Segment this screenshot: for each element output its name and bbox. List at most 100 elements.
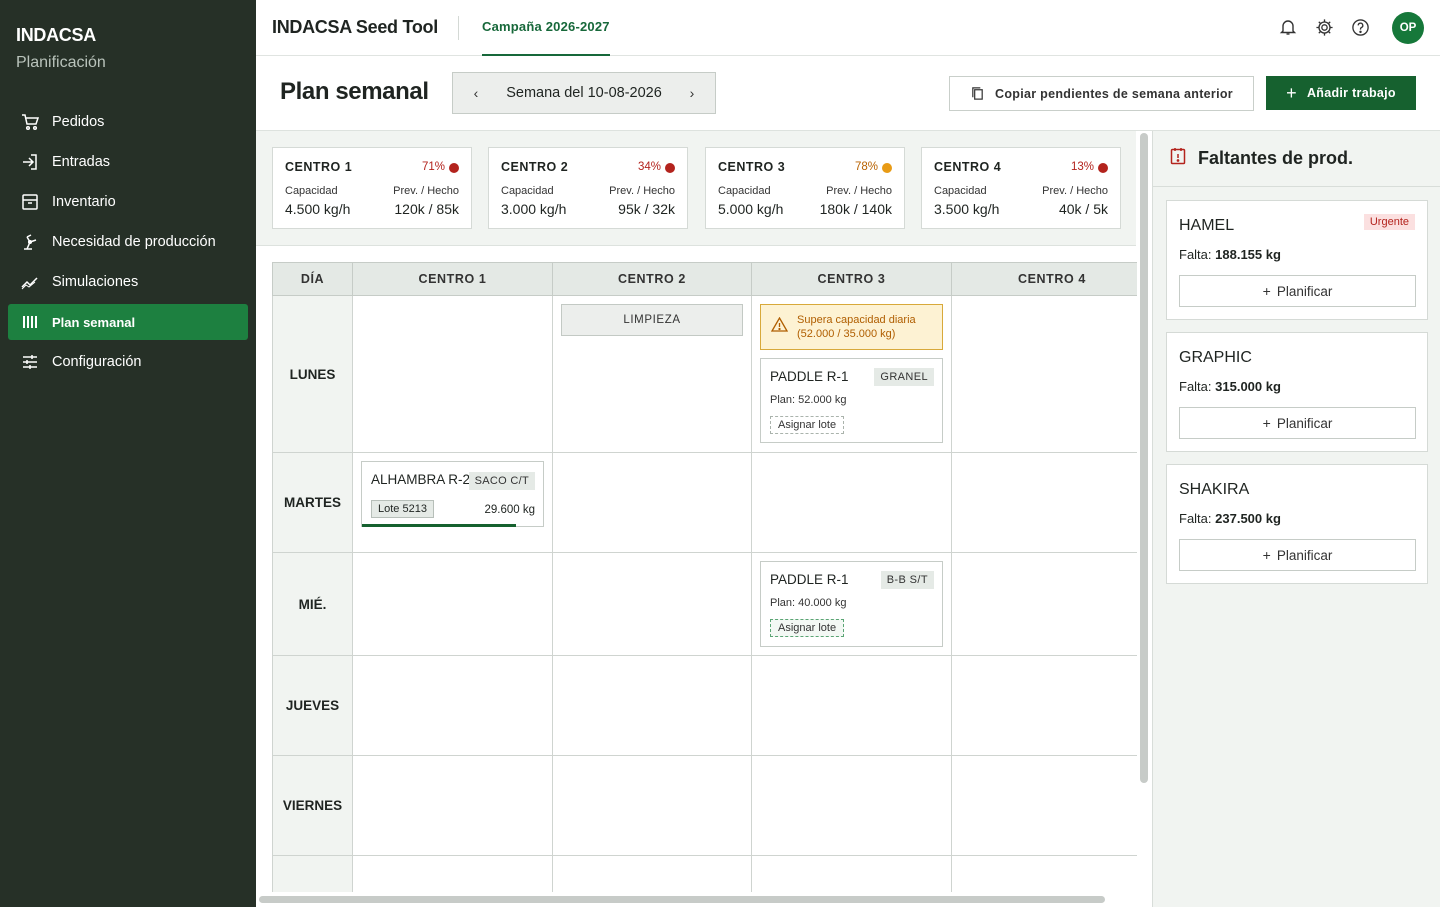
grid-cell[interactable]: [353, 296, 553, 452]
shortage-name: GRAPHIC: [1179, 349, 1252, 366]
day-label: MARTES: [273, 453, 353, 552]
shortage-name: HAMEL: [1179, 217, 1235, 234]
week-selector: ‹ Semana del 10-08-2026 ›: [452, 72, 716, 114]
sidebar-item-configuracion[interactable]: Configuración: [8, 344, 248, 380]
center-percent: 34%: [637, 161, 661, 173]
job-card[interactable]: PADDLE R-1 B-B S/T Plan: 40.000 kg Asign…: [760, 561, 943, 647]
week-label: Semana del 10-08-2026: [506, 85, 662, 101]
grid-cell[interactable]: [353, 856, 553, 892]
tab-campaign[interactable]: Campaña 2026-2027: [482, 0, 610, 56]
add-job-button[interactable]: + Añadir trabajo: [1266, 76, 1416, 110]
app-title: INDACSA Seed Tool: [272, 17, 438, 37]
alert-icon: [1170, 147, 1186, 170]
archive-icon: [21, 193, 39, 211]
shortage-amount: Falta: 315.000 kg: [1179, 379, 1281, 394]
grid-row-next: [272, 856, 1137, 892]
plan-button[interactable]: + Planificar: [1179, 275, 1416, 307]
sidebar-item-pedidos[interactable]: Pedidos: [8, 104, 248, 140]
sliders-icon: [21, 353, 39, 371]
grid-cell[interactable]: [952, 296, 1137, 452]
assign-lot-button[interactable]: Asignar lote: [770, 416, 845, 434]
sidebar-item-simulaciones[interactable]: Simulaciones: [8, 264, 248, 300]
grid-cell[interactable]: PADDLE R-1 B-B S/T Plan: 40.000 kg Asign…: [752, 553, 952, 655]
chevron-left-icon[interactable]: ‹: [453, 85, 499, 101]
job-card[interactable]: ALHAMBRA R-2 SACO C/T Lote 5213 29.600 k…: [361, 461, 544, 527]
shortages-header: Faltantes de prod.: [1153, 131, 1440, 187]
assign-lot-button[interactable]: Asignar lote: [770, 619, 845, 637]
capacity-value: 3.500 kg/h: [934, 201, 1000, 217]
avatar[interactable]: OP: [1392, 12, 1424, 44]
grid-cell[interactable]: LIMPIEZA: [553, 296, 752, 452]
prev-value: 95k / 32k: [618, 201, 675, 217]
robot-arm-icon: [21, 233, 39, 251]
grid-cell[interactable]: [353, 656, 553, 755]
grid-row-jueves: JUEVES: [272, 656, 1137, 756]
plan-button[interactable]: + Planificar: [1179, 407, 1416, 439]
header-centro-3: CENTRO 3: [752, 263, 952, 295]
plan-button[interactable]: + Planificar: [1179, 539, 1416, 571]
prev-label: Prev. / Hecho: [826, 185, 892, 197]
grid-cell[interactable]: [952, 553, 1137, 655]
page-header: Plan semanal ‹ Semana del 10-08-2026 › C…: [256, 56, 1440, 131]
page-title: Plan semanal: [280, 78, 429, 105]
shortage-name: SHAKIRA: [1179, 481, 1250, 498]
sidebar-item-plan-semanal[interactable]: Plan semanal: [8, 304, 248, 340]
copy-icon: [970, 86, 985, 101]
shortage-value: 188.155 kg: [1215, 247, 1281, 262]
copy-pending-button[interactable]: Copiar pendientes de semana anterior: [949, 76, 1254, 111]
grid-cell[interactable]: [952, 756, 1137, 855]
grid-cell[interactable]: [353, 553, 553, 655]
grid-cell[interactable]: [752, 856, 952, 892]
warning-icon: [770, 316, 789, 337]
sidebar-item-entradas[interactable]: Entradas: [8, 144, 248, 180]
add-job-label: Añadir trabajo: [1306, 86, 1396, 100]
columns-icon: [21, 313, 39, 331]
grid-cell[interactable]: [353, 756, 553, 855]
sidebar-nav: Pedidos Entradas Inventario Necesidad de…: [8, 104, 248, 384]
grid-cell[interactable]: [553, 453, 752, 552]
grid-cell[interactable]: [553, 856, 752, 892]
job-plan: Plan: 52.000 kg: [770, 394, 847, 406]
top-bar: INDACSA Seed Tool Campaña 2026-2027 OP: [256, 0, 1440, 56]
grid-cell[interactable]: [952, 856, 1137, 892]
shortage-amount: Falta: 188.155 kg: [1179, 247, 1281, 262]
plus-icon: +: [1286, 82, 1297, 103]
grid-cell[interactable]: ALHAMBRA R-2 SACO C/T Lote 5213 29.600 k…: [353, 453, 553, 552]
weekly-grid: DÍA CENTRO 1 CENTRO 2 CENTRO 3 CENTRO 4 …: [272, 262, 1137, 892]
plan-button-label: Planificar: [1276, 415, 1333, 431]
capacity-value: 4.500 kg/h: [285, 201, 351, 217]
shortage-value: 315.000 kg: [1215, 379, 1281, 394]
grid-cell[interactable]: Supera capacidad diaria (52.000 / 35.000…: [752, 296, 952, 452]
grid-cell[interactable]: [553, 656, 752, 755]
horizontal-scrollbar[interactable]: [259, 896, 1105, 903]
job-name: ALHAMBRA R-2: [371, 472, 471, 487]
sidebar-item-label: Entradas: [52, 154, 111, 170]
vertical-scrollbar[interactable]: [1140, 133, 1148, 783]
grid-cell[interactable]: [752, 656, 952, 755]
sidebar-item-necesidad[interactable]: Necesidad de producción: [8, 224, 248, 260]
gear-icon[interactable]: [1313, 16, 1335, 38]
bell-icon[interactable]: [1277, 16, 1299, 38]
prev-label: Prev. / Hecho: [1042, 185, 1108, 197]
warning-text: Supera capacidad diaria (52.000 / 35.000…: [797, 314, 916, 340]
chevron-right-icon[interactable]: ›: [669, 85, 715, 101]
grid-cell[interactable]: [952, 656, 1137, 755]
sidebar-item-label: Necesidad de producción: [52, 234, 216, 250]
plan-button-label: Planificar: [1276, 283, 1333, 299]
header-day: DÍA: [273, 263, 353, 295]
sidebar-item-inventario[interactable]: Inventario: [8, 184, 248, 220]
help-icon[interactable]: [1349, 16, 1371, 38]
grid-row-martes: MARTES ALHAMBRA R-2 SACO C/T Lote 5213 2…: [272, 453, 1137, 553]
grid-cell[interactable]: [752, 453, 952, 552]
grid-cell[interactable]: [752, 756, 952, 855]
grid-cell[interactable]: [553, 756, 752, 855]
cleaning-block[interactable]: LIMPIEZA: [561, 304, 743, 336]
status-dot: [1098, 163, 1108, 173]
prev-value: 40k / 5k: [1058, 201, 1108, 217]
grid-header: DÍA CENTRO 1 CENTRO 2 CENTRO 3 CENTRO 4: [272, 262, 1137, 296]
grid-cell[interactable]: [952, 453, 1137, 552]
grid-cell[interactable]: [553, 553, 752, 655]
job-card[interactable]: PADDLE R-1 GRANEL Plan: 52.000 kg Asigna…: [760, 358, 943, 443]
day-label: [273, 856, 353, 892]
center-card: CENTRO 2 34% Capacidad Prev. / Hecho 3.0…: [488, 147, 688, 229]
